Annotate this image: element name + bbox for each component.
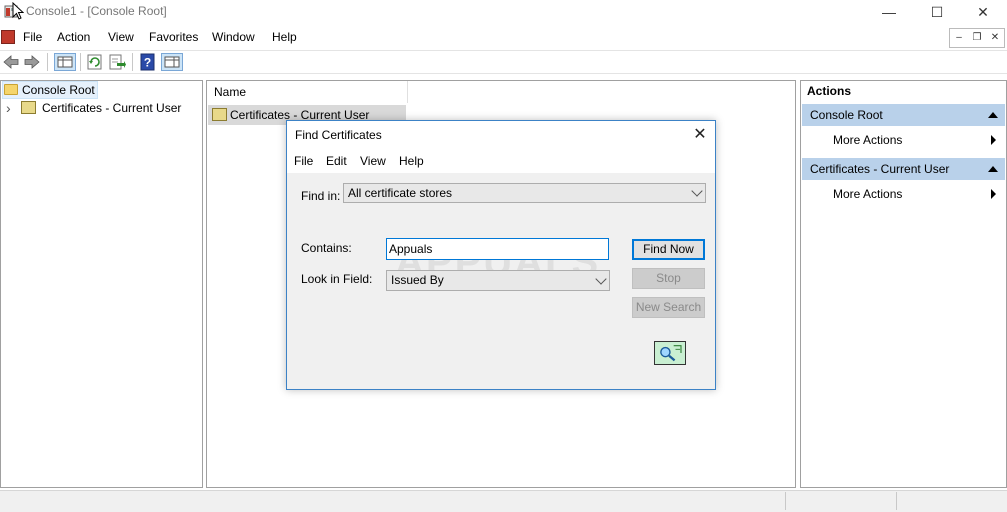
- maximize-button[interactable]: ☐: [914, 0, 960, 24]
- find-now-button[interactable]: Find Now: [632, 239, 705, 260]
- dialog-menu-bar: [287, 149, 715, 173]
- menu-favorites[interactable]: Favorites: [149, 30, 198, 44]
- console-tree-pane[interactable]: [0, 80, 203, 488]
- certificate-store-icon: [212, 108, 227, 121]
- find-in-value: All certificate stores: [348, 186, 453, 200]
- status-separator: [896, 492, 897, 510]
- menu-help[interactable]: Help: [272, 30, 297, 44]
- svg-text:?: ?: [144, 56, 151, 70]
- certificate-store-icon: [21, 101, 36, 114]
- more-actions-item[interactable]: More Actions: [833, 133, 902, 147]
- mdi-minimize-button[interactable]: –: [951, 31, 967, 45]
- actions-group-label: Console Root: [810, 108, 883, 122]
- refresh-icon[interactable]: [86, 53, 104, 71]
- submenu-arrow-icon: [991, 135, 996, 145]
- expand-chevron-icon[interactable]: ›: [6, 99, 11, 117]
- actions-group-certificates[interactable]: Certificates - Current User: [802, 158, 1005, 180]
- more-actions-item[interactable]: More Actions: [833, 187, 902, 201]
- show-hide-action-pane-icon[interactable]: [161, 53, 183, 71]
- column-header-name[interactable]: Name: [207, 81, 408, 103]
- dialog-menu-edit[interactable]: Edit: [326, 154, 347, 168]
- menu-file[interactable]: File: [23, 30, 42, 44]
- actions-pane-title: Actions: [807, 84, 852, 98]
- stop-button[interactable]: Stop: [632, 268, 705, 289]
- folder-icon: [4, 84, 18, 95]
- toolbar-separator: [47, 53, 48, 71]
- console-menu-icon[interactable]: [1, 30, 15, 44]
- actions-pane: [800, 80, 1007, 488]
- contains-label: Contains:: [301, 241, 352, 255]
- tree-item-label: Console Root: [22, 83, 95, 97]
- look-in-field-select[interactable]: Issued By: [386, 270, 610, 291]
- export-list-icon[interactable]: [108, 53, 126, 71]
- find-in-select[interactable]: All certificate stores: [343, 183, 706, 203]
- actions-group-label: Certificates - Current User: [810, 162, 950, 176]
- column-header-label: Name: [214, 85, 247, 99]
- dialog-menu-help[interactable]: Help: [399, 154, 424, 168]
- look-in-field-label: Look in Field:: [301, 272, 373, 286]
- window-title: Console1 - [Console Root]: [26, 4, 167, 18]
- actions-group-console-root[interactable]: Console Root: [802, 104, 1005, 126]
- back-arrow-icon[interactable]: [2, 53, 20, 71]
- look-in-field-value: Issued By: [391, 273, 444, 287]
- mdi-restore-button[interactable]: ❐: [969, 31, 985, 45]
- collapse-triangle-icon[interactable]: [988, 166, 998, 172]
- dialog-menu-file[interactable]: File: [294, 154, 313, 168]
- minimize-button[interactable]: —: [866, 0, 912, 24]
- status-separator: [785, 492, 786, 510]
- toolbar-separator: [80, 53, 81, 71]
- menu-view[interactable]: View: [108, 30, 134, 44]
- menu-action[interactable]: Action: [57, 30, 90, 44]
- dialog-title: Find Certificates: [295, 128, 382, 142]
- help-icon[interactable]: ?: [139, 53, 157, 71]
- show-hide-console-tree-icon[interactable]: [54, 53, 76, 71]
- menu-window[interactable]: Window: [212, 30, 255, 44]
- search-animation-icon: [654, 341, 686, 365]
- new-search-button[interactable]: New Search: [632, 297, 705, 318]
- status-bar: [0, 490, 1007, 512]
- tree-item-certificates-current-user[interactable]: Certificates - Current User: [42, 99, 181, 117]
- dialog-close-button[interactable]: ✕: [688, 124, 712, 146]
- find-in-label: Find in:: [301, 189, 341, 203]
- toolbar-separator: [132, 53, 133, 71]
- contains-input[interactable]: Appuals: [386, 238, 609, 260]
- mdi-close-button[interactable]: ✕: [987, 31, 1003, 45]
- mouse-cursor-icon: [12, 2, 24, 20]
- forward-arrow-icon[interactable]: [23, 53, 41, 71]
- submenu-arrow-icon: [991, 189, 996, 199]
- collapse-triangle-icon[interactable]: [988, 112, 998, 118]
- close-button[interactable]: ✕: [960, 0, 1006, 24]
- dialog-menu-view[interactable]: View: [360, 154, 386, 168]
